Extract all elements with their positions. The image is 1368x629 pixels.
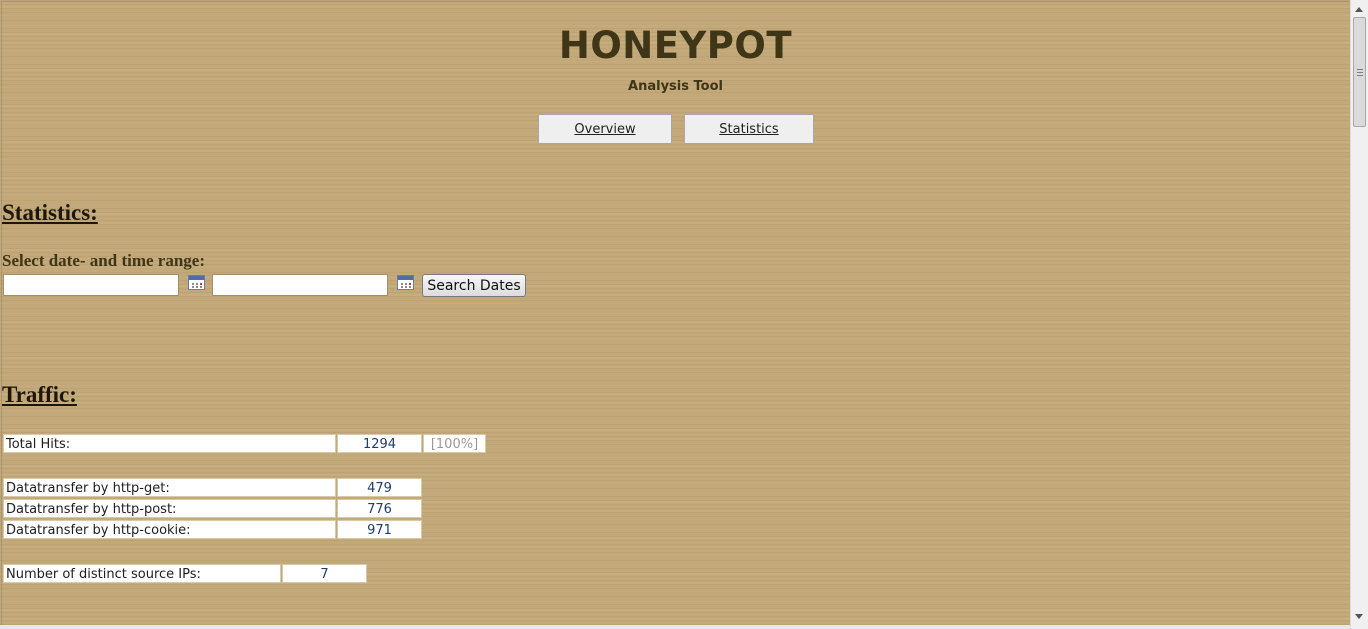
calendar-icon[interactable] (188, 275, 205, 290)
scroll-down-arrow-icon[interactable] (1355, 614, 1363, 619)
http-post-label: Datatransfer by http-post: (3, 499, 336, 518)
http-post-value: 776 (337, 499, 422, 518)
page-content: HONEYPOT Analysis Tool Overview Statisti… (1, 1, 1349, 626)
page-title: HONEYPOT (558, 24, 793, 67)
traffic-heading: Traffic: (2, 382, 77, 407)
window-bottom-edge (0, 625, 1350, 629)
total-hits-value: 1294 (337, 434, 422, 453)
scroll-thumb[interactable] (1353, 17, 1366, 127)
page-subtitle: Analysis Tool (628, 79, 723, 94)
http-get-label: Datatransfer by http-get: (3, 478, 336, 497)
http-get-value: 479 (337, 478, 422, 497)
calendar-icon[interactable] (397, 275, 414, 290)
distinct-ips-value: 7 (282, 564, 367, 583)
total-hits-percent: [100%] (423, 434, 486, 453)
scroll-up-arrow-icon[interactable] (1355, 7, 1363, 12)
date-range-label: Select date- and time range: (2, 251, 206, 270)
nav-statistics-button[interactable]: Statistics (684, 114, 814, 144)
nav-overview-button[interactable]: Overview (538, 114, 672, 144)
http-cookie-label: Datatransfer by http-cookie: (3, 520, 336, 539)
http-cookie-value: 971 (337, 520, 422, 539)
search-dates-button[interactable]: Search Dates (422, 274, 526, 297)
statistics-heading: Statistics: (2, 200, 98, 225)
date-from-input[interactable] (3, 274, 179, 296)
total-hits-label: Total Hits: (3, 434, 336, 453)
vertical-scrollbar[interactable] (1350, 0, 1368, 629)
date-to-input[interactable] (212, 274, 388, 296)
distinct-ips-label: Number of distinct source IPs: (3, 564, 281, 583)
